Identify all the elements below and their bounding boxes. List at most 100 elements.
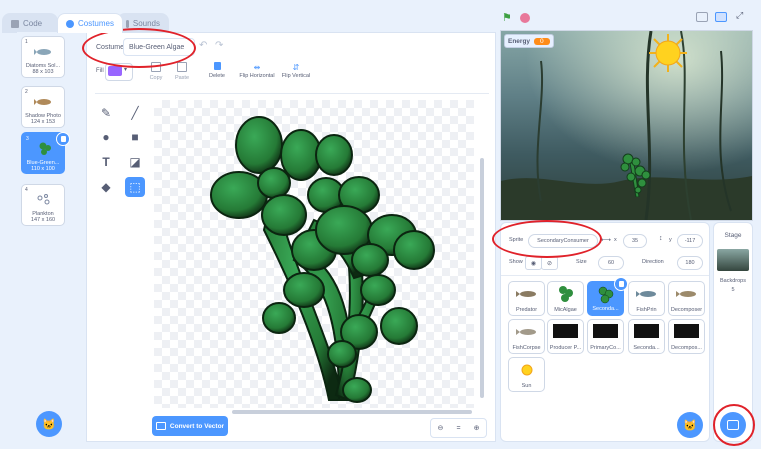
zoom-out-icon[interactable]: ⊖ xyxy=(438,424,444,432)
line-icon: ╱ xyxy=(131,106,139,120)
x-input[interactable]: 35 xyxy=(623,234,647,248)
y-arrow-icon: ↕ xyxy=(659,235,663,242)
select-tool[interactable]: ⬚ xyxy=(125,177,145,197)
eraser-tool[interactable]: ◆ xyxy=(96,177,116,197)
sprite-thumbnail xyxy=(634,324,659,338)
direction-input[interactable]: 180 xyxy=(677,256,703,270)
y-input[interactable]: -117 xyxy=(677,234,703,248)
sun-sprite[interactable] xyxy=(648,33,688,73)
sprite-tile[interactable]: Decompos... xyxy=(668,319,705,354)
sprite-tile[interactable]: FishCorpse xyxy=(508,319,545,354)
flip-horizontal-button[interactable]: ⇹ Flip Horizontal xyxy=(239,62,275,79)
zoom-controls: ⊖ = ⊕ xyxy=(430,418,487,438)
green-flag-icon[interactable]: ⚑ xyxy=(502,13,513,24)
trash-icon xyxy=(618,281,624,287)
stage-canvas[interactable]: Energy 0 xyxy=(500,30,753,221)
circle-tool[interactable]: ● xyxy=(96,127,116,147)
cat-icon: 🐱 xyxy=(42,418,56,431)
choose-sprite-button[interactable]: 🐱 xyxy=(677,412,703,438)
costume-name-input[interactable]: Blue-Green Algae xyxy=(123,38,195,56)
tab-sounds[interactable]: Sounds xyxy=(117,13,169,33)
paste-icon xyxy=(177,62,187,72)
line-tool[interactable]: ╱ xyxy=(125,103,145,123)
delete-costume-button[interactable] xyxy=(56,132,70,146)
paste-button[interactable]: Paste xyxy=(171,62,193,81)
chevron-down-icon: ▾ xyxy=(124,67,128,73)
toolbar-divider xyxy=(95,93,489,94)
show-label: Show xyxy=(509,259,523,265)
text-icon: T xyxy=(102,155,110,169)
small-stage-icon[interactable] xyxy=(696,12,708,22)
fill-color-picker[interactable]: ▾ xyxy=(105,63,133,81)
fill-label: Fill xyxy=(96,68,104,74)
x-arrow-icon: ⟷ xyxy=(601,237,612,244)
sprite-thumbnail xyxy=(635,291,656,297)
sprite-tile[interactable]: PrimaryCo... xyxy=(587,319,624,354)
sprite-tile[interactable]: Producer P... xyxy=(547,319,584,354)
stage-target-panel[interactable]: Stage Backdrops 5 xyxy=(713,222,753,442)
paint-editor: Costume Blue-Green Algae ↶ ↷ Fill ▾ Copy… xyxy=(86,32,496,442)
delete-button[interactable]: Delete xyxy=(204,62,230,79)
algae-drawing xyxy=(210,116,435,403)
costume-item[interactable]: 2 Shadow Photo 124 x 153 xyxy=(21,86,65,128)
show-visible-toggle[interactable]: ◉ xyxy=(525,256,542,270)
flip-vertical-icon: ⇵ xyxy=(292,63,300,72)
sprite-tile[interactable]: MicAlgae xyxy=(547,281,584,316)
costume-thumbnail xyxy=(34,99,51,105)
sprite-thumbnail xyxy=(558,286,573,302)
copy-icon xyxy=(151,62,161,72)
rectangle-tool[interactable]: ■ xyxy=(125,127,145,147)
size-input[interactable]: 60 xyxy=(598,256,624,270)
text-tool[interactable]: T xyxy=(96,152,116,172)
sprite-thumbnail xyxy=(553,324,578,338)
fullscreen-icon[interactable]: ⤢ xyxy=(736,10,743,21)
tab-code[interactable]: Code xyxy=(2,13,58,33)
choose-backdrop-button[interactable] xyxy=(720,412,746,438)
energy-monitor: Energy 0 xyxy=(504,34,554,48)
sprite-thumbnail xyxy=(515,329,536,335)
show-hidden-toggle[interactable]: ⊘ xyxy=(541,256,558,270)
zoom-reset-icon[interactable]: = xyxy=(456,425,460,432)
algae-sprite[interactable] xyxy=(616,153,652,197)
backdrop-image-icon xyxy=(727,420,739,430)
rectangle-icon: ■ xyxy=(131,130,139,144)
canvas-scrollbar-vertical[interactable] xyxy=(480,158,484,398)
redo-icon[interactable]: ↷ xyxy=(215,40,227,52)
costume-thumbnail xyxy=(37,194,50,205)
sprite-tile[interactable]: Decomposer xyxy=(668,281,705,316)
sprite-tile[interactable]: Sun xyxy=(508,357,545,392)
fill-swatch xyxy=(108,66,122,76)
sprite-tile[interactable]: Seconda... xyxy=(628,319,665,354)
eraser-icon: ◆ xyxy=(101,180,111,194)
tab-costumes[interactable]: Costumes xyxy=(57,13,123,33)
copy-button[interactable]: Copy xyxy=(145,62,167,81)
costume-name-label: Costume xyxy=(96,44,125,51)
large-stage-icon[interactable] xyxy=(715,12,727,22)
costume-item[interactable]: 1 Diatoms Sol... 88 x 103 xyxy=(21,36,65,78)
convert-to-vector-button[interactable]: Convert to Vector xyxy=(152,416,228,436)
delete-sprite-button[interactable] xyxy=(614,277,628,291)
backdrops-label: Backdrops xyxy=(720,278,746,284)
undo-icon[interactable]: ↶ xyxy=(199,40,211,52)
sprite-name-input[interactable]: SecondaryConsumer xyxy=(528,234,598,248)
circle-icon: ● xyxy=(102,130,110,144)
canvas-scrollbar-horizontal[interactable] xyxy=(232,410,472,414)
eye-closed-icon: ⊘ xyxy=(546,260,553,267)
drawing-canvas[interactable] xyxy=(154,100,474,408)
brush-icon: ✎ xyxy=(100,106,112,120)
flip-vertical-button[interactable]: ⇵ Flip Vertical xyxy=(279,62,313,79)
stage-panel-title: Stage xyxy=(724,232,742,239)
sprite-info-pane: Sprite SecondaryConsumer ⟷ x 35 ↕ y -117… xyxy=(500,222,710,442)
trash-icon xyxy=(60,136,66,142)
costume-item[interactable]: 4 Plankton 147 x 160 xyxy=(21,184,65,226)
sprite-thumbnail xyxy=(674,324,699,338)
sprite-tile[interactable]: Predator xyxy=(508,281,545,316)
stop-icon[interactable] xyxy=(520,13,530,23)
sprite-tile[interactable]: FishPrin xyxy=(628,281,665,316)
costume-list: 1 Diatoms Sol... 88 x 103 2 Shadow Photo… xyxy=(17,32,71,442)
zoom-in-icon[interactable]: ⊕ xyxy=(474,424,480,432)
choose-costume-button[interactable]: 🐱 xyxy=(36,411,62,437)
brush-tool[interactable]: ✎ xyxy=(96,103,116,123)
code-icon xyxy=(11,19,19,28)
fill-tool[interactable]: ◪ xyxy=(125,152,145,172)
